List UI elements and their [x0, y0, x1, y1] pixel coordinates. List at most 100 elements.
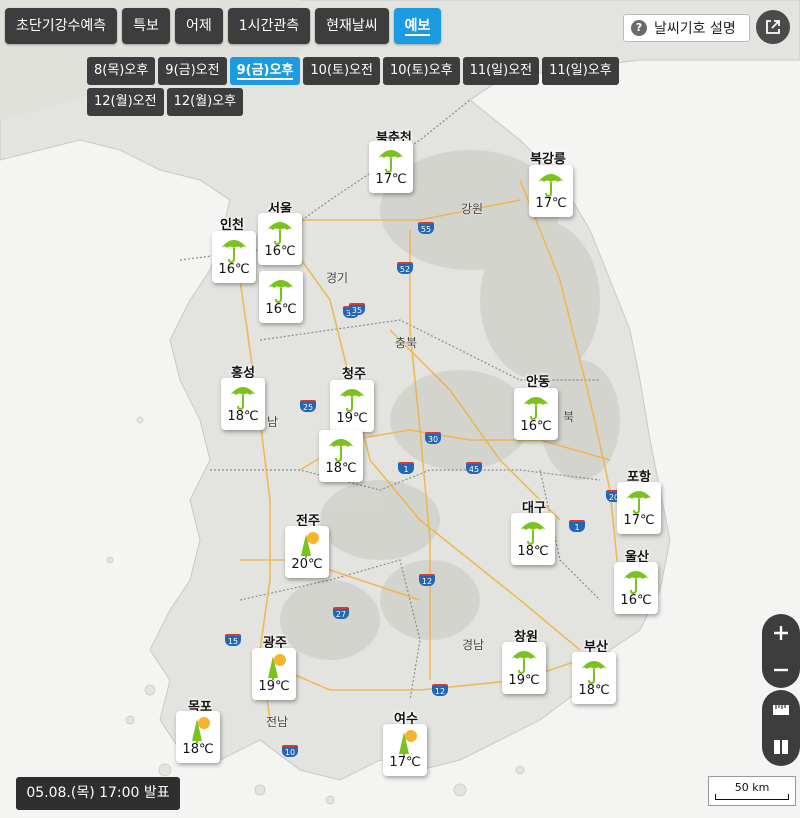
- weather-marker[interactable]: 17℃: [617, 482, 661, 534]
- external-link-icon: [766, 20, 780, 34]
- temperature: 16℃: [620, 593, 652, 608]
- tab-yesterday[interactable]: 어제: [174, 8, 223, 44]
- scale-bar: 50 km: [708, 776, 796, 806]
- weather-marker[interactable]: 19℃: [252, 648, 296, 700]
- weather-symbol-legend-button[interactable]: ? 날씨기호 설명: [623, 14, 750, 42]
- top-tabs: 초단기강수예측 특보 어제 1시간관측 현재날씨 예보: [5, 8, 442, 44]
- temperature: 19℃: [336, 411, 368, 426]
- weather-marker[interactable]: 16℃: [614, 562, 658, 614]
- weather-marker[interactable]: 17℃: [383, 724, 427, 776]
- zoom-control: [762, 614, 800, 688]
- tab-hourly-obs[interactable]: 1시간관측: [227, 8, 311, 44]
- rain-umbrella-icon: [511, 516, 555, 546]
- map-tools: [762, 690, 800, 766]
- ruler-icon: [773, 705, 789, 715]
- region-label: 경남: [462, 638, 485, 652]
- legend-button-label: 날씨기호 설명: [654, 21, 736, 37]
- tab-current-weather[interactable]: 현재날씨: [315, 8, 389, 44]
- temperature: 16℃: [264, 244, 296, 259]
- weather-marker[interactable]: 17℃: [529, 165, 573, 217]
- share-button[interactable]: [756, 10, 790, 44]
- weather-marker[interactable]: 16℃: [259, 271, 303, 323]
- road-shield: 52: [397, 262, 413, 274]
- temperature: 18℃: [227, 409, 259, 424]
- temperature: 17℃: [389, 755, 421, 770]
- help-icon: ?: [631, 20, 647, 36]
- weather-marker[interactable]: 20℃: [285, 526, 329, 578]
- temperature: 16℃: [218, 262, 250, 277]
- region-label: 전남: [266, 715, 289, 729]
- rain-umbrella-icon: [514, 391, 558, 421]
- rain-umbrella-icon: [614, 565, 658, 595]
- temperature: 16℃: [520, 419, 552, 434]
- temperature: 18℃: [325, 461, 357, 476]
- weather-marker[interactable]: 18℃: [319, 430, 363, 482]
- map-background[interactable]: [0, 0, 800, 818]
- time-option[interactable]: 12(월)오후: [166, 88, 244, 116]
- weather-marker[interactable]: 16℃: [258, 213, 302, 265]
- scale-label: 50 km: [734, 781, 770, 794]
- time-option[interactable]: 12(월)오전: [87, 88, 164, 116]
- tab-forecast[interactable]: 예보: [393, 8, 442, 44]
- map-layer-button[interactable]: [762, 728, 800, 766]
- tab-nowcast[interactable]: 초단기강수예측: [5, 8, 118, 44]
- road-shield: 55: [418, 222, 434, 234]
- rain-umbrella-icon: [258, 216, 302, 246]
- tab-warning[interactable]: 특보: [122, 8, 170, 44]
- road-shield: 45: [466, 462, 482, 474]
- forecast-time-selector: 8(목)오후 9(금)오전 9(금)오후 10(토)오전 10(토)오후 11(…: [87, 57, 647, 116]
- weather-marker[interactable]: 18℃: [511, 513, 555, 565]
- time-option[interactable]: 10(토)오후: [382, 57, 460, 85]
- road-shield: 35: [349, 303, 365, 315]
- zoom-in-button[interactable]: [762, 614, 800, 651]
- rain-sun-icon: [176, 714, 220, 744]
- weather-marker[interactable]: 18℃: [572, 652, 616, 704]
- region-label: 남: [267, 415, 279, 429]
- rain-sun-icon: [383, 727, 427, 757]
- rain-umbrella-icon: [369, 144, 413, 174]
- minus-icon: [774, 668, 788, 671]
- road-shield: 12: [419, 574, 435, 586]
- weather-marker[interactable]: 16℃: [212, 231, 256, 283]
- time-option[interactable]: 11(일)오후: [542, 57, 619, 85]
- weather-marker[interactable]: 19℃: [330, 380, 374, 432]
- temperature: 17℃: [535, 196, 567, 211]
- map-book-icon: [774, 740, 788, 754]
- temperature: 16℃: [265, 302, 297, 317]
- road-shield: 30: [425, 432, 441, 444]
- rain-umbrella-icon: [330, 383, 374, 413]
- weather-marker[interactable]: 18℃: [221, 378, 265, 430]
- road-shield: 27: [333, 607, 349, 619]
- region-label: 북: [563, 410, 575, 424]
- road-shield: 1: [398, 462, 414, 474]
- time-option-selected[interactable]: 9(금)오후: [229, 57, 301, 85]
- weather-marker[interactable]: 19℃: [502, 642, 546, 694]
- issued-time: 05.08.(목) 17:00 발표: [16, 777, 180, 810]
- time-option[interactable]: 11(일)오전: [462, 57, 540, 85]
- road-shield: 1: [569, 520, 585, 532]
- time-option[interactable]: 10(토)오전: [303, 57, 380, 85]
- temperature: 18℃: [182, 742, 214, 757]
- zoom-out-button[interactable]: [762, 651, 800, 688]
- region-label: 경기: [326, 271, 349, 285]
- temperature: 20℃: [291, 557, 323, 572]
- temperature: 18℃: [517, 544, 549, 559]
- temperature: 17℃: [375, 172, 407, 187]
- weather-marker[interactable]: 18℃: [176, 711, 220, 763]
- time-option[interactable]: 8(목)오후: [87, 57, 156, 85]
- rain-umbrella-icon: [529, 168, 573, 198]
- ruler-button[interactable]: [762, 690, 800, 728]
- weather-marker[interactable]: 16℃: [514, 388, 558, 440]
- rain-sun-icon: [285, 529, 329, 559]
- plus-icon: [774, 625, 788, 640]
- road-shield: 25: [300, 400, 316, 412]
- temperature: 19℃: [508, 673, 540, 688]
- rain-umbrella-icon: [212, 234, 256, 264]
- region-label: 충북: [395, 336, 418, 350]
- rain-umbrella-icon: [572, 655, 616, 685]
- rain-umbrella-icon: [319, 433, 363, 463]
- weather-marker[interactable]: 17℃: [369, 141, 413, 193]
- time-option[interactable]: 9(금)오전: [158, 57, 227, 85]
- rain-sun-icon: [252, 651, 296, 681]
- rain-umbrella-icon: [502, 645, 546, 675]
